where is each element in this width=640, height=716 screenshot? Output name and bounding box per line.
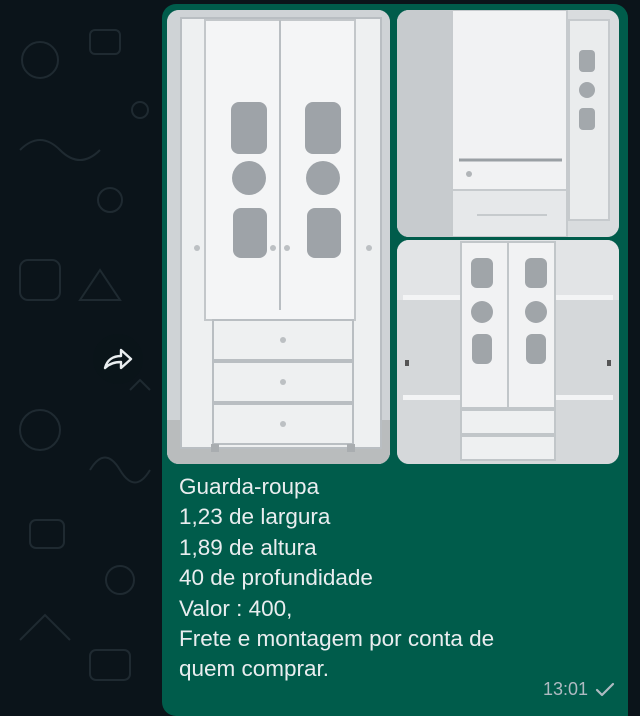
message-text: Guarda-roupa 1,23 de largura 1,89 de alt… bbox=[179, 472, 609, 685]
wardrobe-closed-photo[interactable] bbox=[167, 10, 390, 464]
caption-line-3: 1,89 de altura bbox=[179, 534, 317, 560]
wardrobe-with-side-shelves-photo[interactable] bbox=[397, 240, 619, 464]
caption-line-6: Frete e montagem por conta de bbox=[179, 626, 495, 652]
message-time: 13:01 bbox=[542, 679, 588, 699]
caption-line-5: Valor : 400, bbox=[179, 595, 293, 621]
wardrobe-open-interior-photo[interactable] bbox=[397, 10, 619, 237]
message-meta: 13:01 bbox=[543, 679, 616, 700]
single-check-icon bbox=[595, 682, 615, 696]
caption-line-4: 40 de profundidade bbox=[179, 565, 373, 591]
caption-line-2: 1,23 de largura bbox=[179, 504, 331, 530]
message-bubble[interactable]: Guarda-roupa 1,23 de largura 1,89 de alt… bbox=[162, 4, 628, 716]
forward-icon bbox=[103, 348, 133, 370]
forward-button[interactable] bbox=[93, 334, 143, 384]
caption-line-1: Guarda-roupa bbox=[179, 474, 320, 499]
